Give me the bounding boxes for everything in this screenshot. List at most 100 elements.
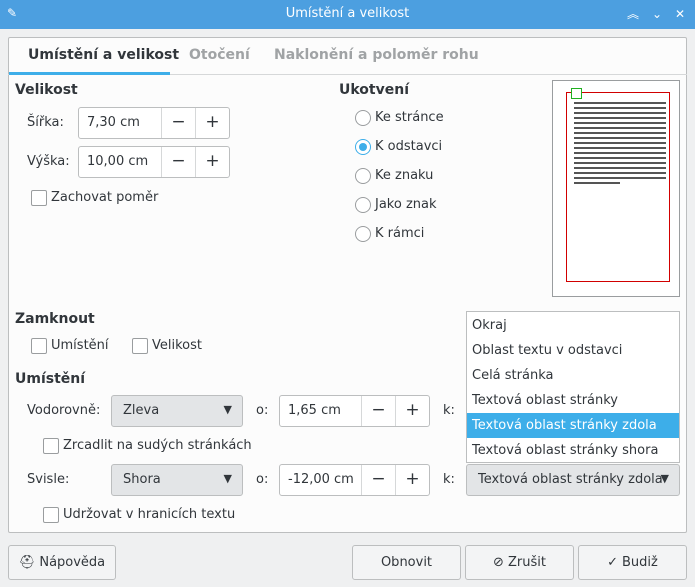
preview-text-line [574,102,666,104]
vertical-value: Shora [123,472,161,487]
lock-position-checkbox[interactable] [31,338,47,354]
preview-text-line [574,142,666,144]
width-label: Šířka: [27,115,64,130]
horizontal-label: Vodorovně: [27,403,101,418]
dropdown-option-page-text-area[interactable]: Textová oblast stránky [467,388,679,413]
anchor-paragraph-radio[interactable] [355,139,371,155]
cancel-button-label: Zrušit [507,555,546,570]
preview-text-line [574,127,666,129]
anchor-character-label[interactable]: Ke znaku [375,168,433,183]
height-spinbox[interactable]: 10,00 cm − + [78,146,230,178]
vertical-by-value[interactable]: -12,00 cm [288,472,354,487]
preview-page [566,92,670,282]
anchor-frame-radio[interactable] [355,226,371,242]
cancel-icon: ⊘ [493,555,504,570]
height-decrease-button[interactable]: − [161,147,195,177]
width-spinbox[interactable]: 7,30 cm − + [78,107,230,139]
dropdown-option-margin[interactable]: Okraj [467,313,679,338]
tab-rotation[interactable]: Otočení [189,47,250,63]
vertical-combo[interactable]: Shora ▼ [111,464,243,496]
vertical-to-label: k: [443,472,455,487]
preview-text-line [574,162,666,164]
chevron-up-icon[interactable]: ︽ [623,4,643,24]
keep-inside-checkbox[interactable] [43,507,59,523]
vertical-by-label: o: [256,472,269,487]
preview-anchor-marker [571,88,582,99]
ok-button[interactable]: ✓ Budiž [578,545,687,580]
anchor-paragraph-label[interactable]: K odstavci [375,139,442,154]
help-button[interactable]: ⛑ Nápověda [8,545,116,580]
anchor-page-label[interactable]: Ke stránce [375,110,444,125]
anchor-character-radio[interactable] [355,168,371,184]
anchor-frame-label[interactable]: K rámci [375,226,424,241]
cancel-button[interactable]: ⊘ Zrušit [465,545,574,580]
vertical-by-decrease-button[interactable]: − [361,465,395,495]
chevron-down-icon[interactable]: ⌄ [647,4,667,24]
lock-size-label[interactable]: Velikost [152,338,202,353]
reset-button-label: Obnovit [380,555,433,570]
preview-text-line [574,177,666,179]
preview-text-line [574,112,666,114]
preview-text-line [574,152,666,154]
preview-text-line [574,182,620,184]
width-value[interactable]: 7,30 cm [87,115,140,130]
keep-ratio-label[interactable]: Zachovat poměr [51,190,158,205]
dropdown-option-entire-page[interactable]: Celá stránka [467,363,679,388]
anchor-as-char-radio[interactable] [355,197,371,213]
tab-position-size[interactable]: Umístění a velikost [28,47,179,63]
mirror-checkbox[interactable] [43,438,59,454]
dropdown-option-page-text-area-bottom[interactable]: Textová oblast stránky zdola [467,413,679,438]
checkmark-icon: ✓ [607,555,619,570]
height-label: Výška: [27,154,70,169]
preview-text-line [574,107,666,109]
horizontal-by-value[interactable]: 1,65 cm [288,403,341,418]
title-bar: ✎ Umístění a velikost ︽ ⌄ ✕ [0,0,695,29]
lock-position-label[interactable]: Umístění [51,338,109,353]
vertical-label: Svisle: [27,472,70,487]
vertical-to-combo[interactable]: Textová oblast stránky zdola ▼ [466,464,680,496]
window-title: Umístění a velikost [285,6,410,21]
chevron-down-icon: ▼ [660,472,669,485]
preview-text-line [574,147,666,149]
anchor-as-char-label[interactable]: Jako znak [375,197,437,212]
lifebuoy-icon: ⛑ [18,555,36,570]
horizontal-by-increase-button[interactable]: + [395,396,429,426]
vertical-by-increase-button[interactable]: + [395,465,429,495]
vertical-to-dropdown-list[interactable]: Okraj Oblast textu v odstavci Celá strán… [466,311,680,463]
chevron-down-icon: ▼ [223,403,232,416]
anchor-section-title: Ukotvení [339,82,409,98]
vertical-to-value: Textová oblast stránky zdola [478,472,663,487]
chevron-down-icon: ▼ [223,472,232,485]
horizontal-by-spinbox[interactable]: 1,65 cm − + [279,395,430,427]
close-icon[interactable]: ✕ [670,4,690,24]
preview-text-line [574,157,666,159]
vertical-by-spinbox[interactable]: -12,00 cm − + [279,464,430,496]
ok-button-label: Budiž [622,555,658,570]
reset-button[interactable]: Obnovit [352,545,461,580]
height-increase-button[interactable]: + [195,147,229,177]
height-value[interactable]: 10,00 cm [87,154,148,169]
keep-inside-label[interactable]: Udržovat v hranicích textu [63,507,235,522]
lock-section-title: Zamknout [15,311,95,327]
mirror-label[interactable]: Zrcadlit na sudých stránkách [63,438,252,453]
width-decrease-button[interactable]: − [161,108,195,138]
dropdown-option-paragraph-text-area[interactable]: Oblast textu v odstavci [467,338,679,363]
active-tab-indicator [9,72,170,75]
preview-text-line [574,167,666,169]
position-preview [552,80,680,297]
anchor-page-radio[interactable] [355,110,371,126]
horizontal-by-label: o: [256,403,269,418]
size-section-title: Velikost [15,82,78,98]
help-button-label: Nápověda [39,555,106,570]
horizontal-combo[interactable]: Zleva ▼ [111,395,243,427]
position-section-title: Umístění [15,371,86,387]
keep-ratio-checkbox[interactable] [31,190,47,206]
preview-text-line [574,172,666,174]
horizontal-by-decrease-button[interactable]: − [361,396,395,426]
horizontal-value: Zleva [123,403,160,418]
dropdown-option-page-text-area-top[interactable]: Textová oblast stránky shora [467,438,679,463]
tab-slant-corner-radius[interactable]: Naklonění a poloměr rohu [274,47,479,63]
preview-text-line [574,137,666,139]
lock-size-checkbox[interactable] [132,338,148,354]
width-increase-button[interactable]: + [195,108,229,138]
